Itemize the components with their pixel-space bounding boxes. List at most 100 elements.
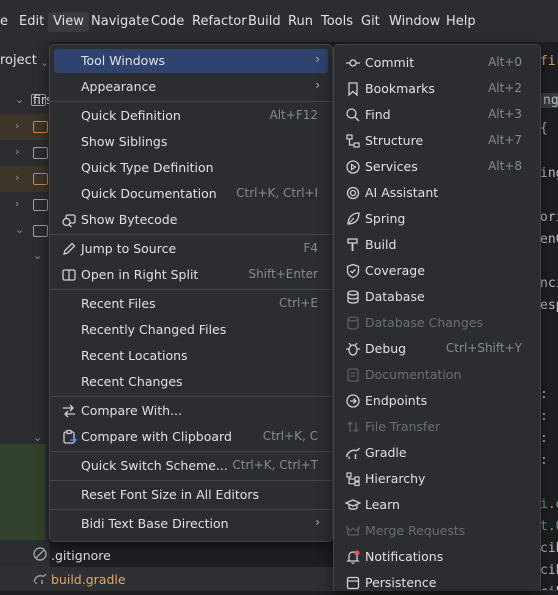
chevron-right-icon[interactable]: ›: [15, 171, 19, 184]
menu-item-label: Bidi Text Base Direction: [81, 516, 229, 531]
menu-item-quick-switch-scheme[interactable]: Quick Switch Scheme... Ctrl+K, Ctrl+T: [54, 454, 328, 478]
menu-item-compare-with-clipboard[interactable]: Compare with Clipboard Ctrl+K, C: [54, 425, 328, 449]
pencil-icon: [63, 242, 76, 255]
menu-help[interactable]: Help: [446, 12, 476, 32]
menu-build[interactable]: Build: [248, 12, 281, 32]
menu-item-hierarchy[interactable]: Hierarchy: [338, 467, 536, 491]
menu-item-merge-requests[interactable]: Merge Requests: [338, 519, 536, 543]
bytecode-icon: [62, 214, 76, 228]
chevron-down-icon[interactable]: ⌄: [33, 431, 42, 444]
menu-file[interactable]: e: [0, 12, 8, 32]
gradle-icon: [345, 447, 361, 459]
menu-item-compare-with[interactable]: Compare With...: [54, 399, 328, 423]
compare-icon: [63, 404, 75, 418]
menu-item-endpoints[interactable]: Endpoints: [338, 389, 536, 413]
menu-item-database[interactable]: Database: [338, 285, 536, 309]
menu-item-documentation[interactable]: Documentation: [338, 363, 536, 387]
menu-item-find[interactable]: Find Alt+3: [338, 103, 536, 127]
tree-row-folder[interactable]: ⌄: [0, 218, 50, 244]
menu-item-label: Compare With...: [81, 403, 182, 418]
menu-item-quick-documentation[interactable]: Quick Documentation Ctrl+K, Ctrl+I: [54, 182, 328, 206]
chevron-right-icon[interactable]: ›: [15, 119, 19, 132]
chevron-right-icon[interactable]: ›: [15, 197, 19, 210]
menu-item-show-bytecode[interactable]: Show Bytecode: [54, 208, 328, 232]
tree-row-folder[interactable]: ›: [0, 114, 50, 140]
menu-item-coverage[interactable]: Coverage: [338, 259, 536, 283]
menu-item-persistence[interactable]: Persistence: [338, 571, 536, 595]
menu-item-spring[interactable]: Spring: [338, 207, 536, 231]
menu-item-label: Coverage: [365, 263, 425, 278]
menu-item-label: Hierarchy: [365, 471, 426, 486]
menu-view[interactable]: View: [48, 12, 89, 32]
menu-separator: [50, 101, 332, 102]
menu-item-recently-changed-files[interactable]: Recently Changed Files: [54, 318, 328, 342]
menu-item-appearance[interactable]: Appearance ›: [54, 75, 328, 99]
menu-item-label: Debug: [365, 341, 407, 356]
menu-code[interactable]: Code: [151, 12, 184, 32]
menu-item-services[interactable]: Services Alt+8: [338, 155, 536, 179]
menu-item-database-changes[interactable]: Database Changes: [338, 311, 536, 335]
code-line: :: [540, 453, 548, 468]
menu-item-notifications[interactable]: Notifications: [338, 545, 536, 569]
menu-item-label: Quick Definition: [81, 108, 181, 123]
chevron-down-icon[interactable]: ⌄: [33, 249, 42, 262]
menu-item-build[interactable]: Build: [338, 233, 536, 257]
menu-refactor[interactable]: Refactor: [192, 12, 247, 32]
menu-edit[interactable]: Edit: [19, 12, 44, 32]
menu-item-bookmarks[interactable]: Bookmarks Alt+2: [338, 77, 536, 101]
menu-item-label: Jump to Source: [81, 241, 177, 256]
menu-item-label: Spring: [365, 211, 406, 226]
menu-navigate[interactable]: Navigate: [91, 12, 149, 32]
menu-window[interactable]: Window: [389, 12, 440, 32]
folder-icon: [33, 121, 48, 133]
menu-item-reset-font-size[interactable]: Reset Font Size in All Editors: [54, 483, 328, 507]
menu-item-label: Learn: [365, 497, 400, 512]
project-label[interactable]: roject: [0, 53, 37, 68]
menu-item-tool-windows[interactable]: Tool Windows ›: [54, 49, 328, 73]
menu-item-learn[interactable]: Learn: [338, 493, 536, 517]
code-line: ori: [540, 210, 558, 225]
menu-item-shortcut: F4: [303, 241, 318, 255]
structure-icon: [346, 134, 360, 148]
code-line: cib: [540, 585, 558, 590]
menu-item-ai-assistant[interactable]: AI Assistant: [338, 181, 536, 205]
menu-item-commit[interactable]: Commit Alt+0: [338, 51, 536, 75]
tree-row-folder[interactable]: ⌄: [0, 244, 50, 270]
menu-git[interactable]: Git: [361, 12, 380, 32]
menu-separator: [50, 234, 332, 235]
menu-item-jump-to-source[interactable]: Jump to Source F4: [54, 237, 328, 261]
menu-item-show-siblings[interactable]: Show Siblings: [54, 130, 328, 154]
tree-row-folder[interactable]: ›: [0, 192, 50, 218]
menu-item-recent-locations[interactable]: Recent Locations: [54, 344, 328, 368]
gutter-highlight: [0, 444, 46, 540]
code-line: enC: [540, 232, 558, 247]
menu-item-quick-type-definition[interactable]: Quick Type Definition: [54, 156, 328, 180]
chevron-down-icon[interactable]: ⌄: [15, 93, 24, 106]
folder-icon: [33, 173, 48, 185]
menu-item-recent-files[interactable]: Recent Files Ctrl+E: [54, 292, 328, 316]
menu-tools[interactable]: Tools: [321, 12, 353, 32]
editor-area[interactable]: first ng { ing ori enC nci esp : : : : i…: [538, 42, 558, 590]
tree-row-root[interactable]: ⌄ firs: [0, 88, 53, 114]
clipboard-icon: [63, 429, 77, 444]
chevron-down-icon[interactable]: ⌄: [15, 223, 24, 236]
menu-item-shortcut: Alt+3: [488, 107, 522, 121]
editor-tab-label[interactable]: first: [540, 54, 558, 69]
tree-row-folder[interactable]: ›: [0, 166, 50, 192]
menu-item-open-in-right-split[interactable]: Open in Right Split Shift+Enter: [54, 263, 328, 287]
menu-item-structure[interactable]: Structure Alt+7: [338, 129, 536, 153]
menu-item-label: Endpoints: [365, 393, 428, 408]
chevron-right-icon[interactable]: ›: [15, 145, 19, 158]
menu-item-file-transfer[interactable]: File Transfer: [338, 415, 536, 439]
chevron-down-icon[interactable]: ⌄: [40, 56, 49, 69]
menu-item-label: Show Bytecode: [81, 212, 178, 227]
menu-item-label: Open in Right Split: [81, 267, 199, 282]
menu-item-quick-definition[interactable]: Quick Definition Alt+F12: [54, 104, 328, 128]
menu-item-debug[interactable]: Debug Ctrl+Shift+Y: [338, 337, 536, 361]
tree-row-folder[interactable]: ›: [0, 140, 50, 166]
menu-run[interactable]: Run: [288, 12, 313, 32]
menu-item-gradle[interactable]: Gradle: [338, 441, 536, 465]
menu-item-bidi-text-base-direction[interactable]: Bidi Text Base Direction ›: [54, 512, 328, 536]
code-line: esp: [540, 298, 558, 313]
menu-item-recent-changes[interactable]: Recent Changes: [54, 370, 328, 394]
